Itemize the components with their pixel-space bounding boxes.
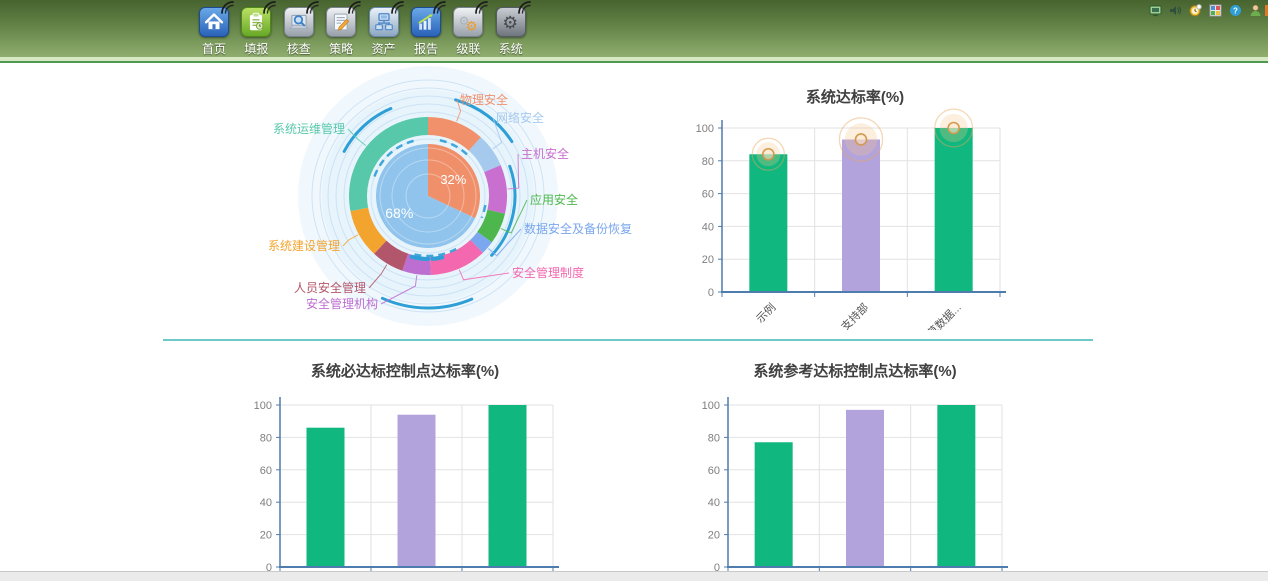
clipboard-icon[interactable] — [241, 7, 271, 37]
bar[interactable] — [489, 405, 527, 567]
y-axis-tick-label: 20 — [708, 530, 720, 542]
pie-slice-label: 32% — [440, 172, 466, 187]
x-axis-category-label: 支持部 — [838, 300, 871, 330]
screen-icon[interactable] — [1149, 4, 1162, 17]
category-label[interactable]: 数据安全及备份恢复 — [524, 221, 632, 236]
svg-text:⚙: ⚙ — [466, 18, 478, 33]
network-icon[interactable] — [369, 7, 399, 37]
gear-icon[interactable]: ⚙ — [496, 7, 526, 37]
category-label[interactable]: 人员安全管理 — [294, 280, 366, 295]
bar[interactable] — [398, 415, 436, 567]
y-axis-tick-label: 20 — [702, 254, 714, 266]
toolbar-item-label: 系统 — [489, 40, 533, 57]
toolbar-item-policy[interactable]: 策略 — [319, 7, 363, 57]
y-axis-tick-label: 80 — [702, 156, 714, 168]
bar[interactable] — [307, 428, 345, 567]
dashboard-content: 32%68%物理安全网络安全主机安全应用安全数据安全及备份恢复安全管理制度安全管… — [0, 63, 1268, 571]
y-axis-tick-label: 80 — [260, 432, 272, 444]
speaker-icon[interactable] — [1169, 4, 1182, 17]
y-axis-tick-label: 40 — [260, 497, 272, 509]
bar[interactable] — [842, 139, 880, 292]
user-icon[interactable] — [1249, 4, 1262, 17]
decor-arc — [432, 257, 442, 258]
svg-text:⚙: ⚙ — [502, 12, 518, 32]
signal-arc-icon — [221, 1, 234, 14]
required-controls-compliance-chart[interactable]: 020406080100 系统必达标控制点达标率(%) — [240, 352, 570, 580]
decor-arc — [412, 257, 428, 259]
help-icon[interactable]: ? — [1229, 4, 1242, 17]
magnifier-icon[interactable] — [284, 7, 314, 37]
toolbar-item-cascade[interactable]: ⚙⚙ 级联 — [446, 7, 490, 57]
security-category-donut-chart[interactable]: 32%68%物理安全网络安全主机安全应用安全数据安全及备份恢复安全管理制度安全管… — [170, 64, 670, 336]
bar[interactable] — [937, 405, 975, 567]
chart-title: 系统达标率(%) — [690, 86, 1020, 107]
toolbar-item-inspect[interactable]: 核查 — [277, 7, 321, 57]
ripple-marker — [935, 109, 973, 147]
clock-icon[interactable] — [1189, 4, 1202, 17]
category-label[interactable]: 系统运维管理 — [273, 121, 345, 136]
x-axis-category-label: 烟草数据... — [916, 300, 963, 330]
y-axis-tick-label: 40 — [702, 221, 714, 233]
document-edit-icon[interactable] — [326, 7, 356, 37]
category-label[interactable]: 网络安全 — [496, 110, 544, 125]
chart-title: 系统参考达标控制点达标率(%) — [690, 360, 1020, 381]
toolbar-item-label: 资产 — [362, 40, 406, 57]
signal-arc-icon — [306, 1, 319, 14]
category-label[interactable]: 安全管理制度 — [512, 265, 584, 280]
y-axis-tick-label: 100 — [696, 123, 714, 135]
chart-title: 系统必达标控制点达标率(%) — [240, 360, 570, 381]
signal-arc-icon — [263, 1, 276, 14]
reference-controls-compliance-chart[interactable]: 020406080100 系统参考达标控制点达标率(%) — [690, 352, 1020, 580]
category-label[interactable]: 系统建设管理 — [268, 238, 340, 253]
y-axis-tick-label: 100 — [702, 400, 720, 412]
ripple-marker — [752, 138, 784, 170]
gears-icon[interactable]: ⚙⚙ — [453, 7, 483, 37]
ripple-marker — [839, 118, 882, 161]
toolbar-item-label: 首页 — [192, 40, 236, 57]
toolbar-item-label: 报告 — [404, 40, 448, 57]
y-axis-tick-label: 80 — [708, 432, 720, 444]
toolbar-item-label: 级联 — [446, 40, 490, 57]
grid-icon[interactable] — [1209, 4, 1222, 17]
bar[interactable] — [755, 442, 793, 567]
section-divider — [163, 339, 1093, 341]
svg-text:?: ? — [1233, 6, 1238, 15]
signal-arc-icon — [433, 1, 446, 14]
toolbar-item-system[interactable]: ⚙ 系统 — [489, 7, 533, 57]
toolbar-item-label: 策略 — [319, 40, 363, 57]
bar[interactable] — [935, 128, 973, 292]
category-label[interactable]: 物理安全 — [460, 92, 508, 107]
system-compliance-rate-chart[interactable]: 0 20 40 60 80 100 示例 支持部 烟草数据... 系统达标率(%) — [690, 78, 1020, 330]
y-axis-tick-label: 20 — [260, 530, 272, 542]
system-tray: ? — [1149, 4, 1262, 17]
toolbar-item-fill-report[interactable]: 填报 — [234, 7, 278, 57]
signal-arc-icon — [391, 1, 404, 14]
signal-arc-icon — [518, 1, 531, 14]
y-axis-tick-label: 100 — [254, 400, 272, 412]
main-toolbar: 首页填报核查策略资产报告 ⚙⚙ 级联 ⚙ 系统 ? — [0, 0, 1268, 57]
y-axis-tick-label: 0 — [708, 287, 714, 299]
y-axis-tick-label: 60 — [702, 189, 714, 201]
signal-arc-icon — [475, 1, 488, 14]
x-axis-category-label: 示例 — [753, 300, 778, 325]
y-axis-tick-label: 60 — [260, 465, 272, 477]
toolbar-item-report[interactable]: 报告 — [404, 7, 448, 57]
toolbar-item-assets[interactable]: 资产 — [362, 7, 406, 57]
home-icon[interactable] — [199, 7, 229, 37]
bar[interactable] — [749, 154, 787, 292]
bar[interactable] — [846, 410, 884, 567]
category-label[interactable]: 应用安全 — [530, 192, 578, 207]
chart-icon[interactable] — [411, 7, 441, 37]
toolbar-item-label: 填报 — [234, 40, 278, 57]
signal-arc-icon — [348, 1, 361, 14]
toolbar-item-home[interactable]: 首页 — [192, 7, 236, 57]
category-label[interactable]: 主机安全 — [521, 146, 569, 161]
toolbar-item-label: 核查 — [277, 40, 321, 57]
y-axis-tick-label: 40 — [708, 497, 720, 509]
category-label[interactable]: 安全管理机构 — [306, 296, 378, 311]
y-axis-tick-label: 60 — [708, 465, 720, 477]
